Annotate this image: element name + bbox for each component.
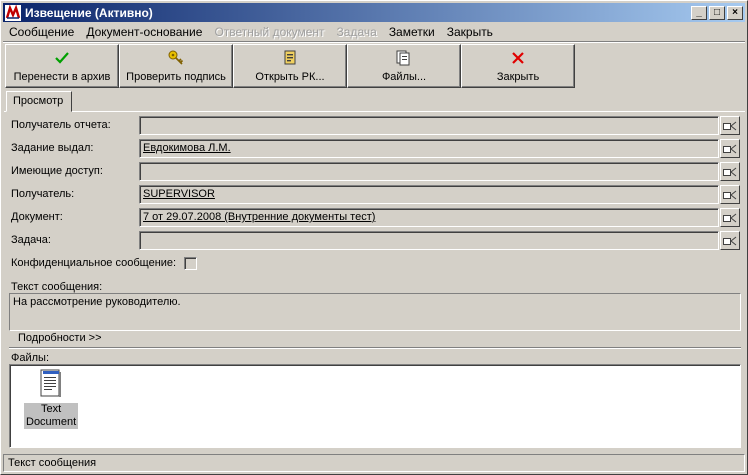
confidential-row: Конфиденциальное сообщение:	[11, 254, 198, 272]
confidential-label: Конфиденциальное сообщение:	[11, 257, 177, 269]
menu-notes[interactable]: Заметки	[383, 25, 441, 39]
files-button[interactable]: Файлы...	[347, 44, 461, 88]
picker-icon	[723, 236, 737, 245]
picker-icon	[723, 121, 737, 130]
report-recipient-picker-button[interactable]	[720, 116, 740, 135]
picker-icon	[723, 213, 737, 222]
details-toggle-button[interactable]: Подробности >>	[18, 332, 102, 344]
picker-icon	[723, 167, 737, 176]
task-field[interactable]	[139, 231, 719, 250]
key-icon	[168, 50, 184, 65]
row-access-holders: Имеющие доступ:	[11, 162, 741, 182]
report-recipient-field[interactable]	[139, 116, 719, 135]
app-logo-icon	[5, 4, 21, 21]
green-checkmark-icon	[55, 52, 69, 64]
recipient-label: Получатель:	[11, 188, 75, 200]
archive-button[interactable]: Перенести в архив	[5, 44, 119, 88]
menu-bar: Сообщение Документ-основание Ответный до…	[3, 23, 745, 41]
document-label: Документ:	[11, 211, 63, 223]
toolbar: Перенести в архив Проверить подпись Откр…	[5, 44, 575, 88]
task-label: Задача:	[11, 234, 51, 246]
file-item[interactable]: Text Document	[24, 369, 79, 429]
document-picker-button[interactable]	[720, 208, 740, 227]
message-text-box[interactable]: На рассмотрение руководителю.	[9, 293, 741, 331]
status-bar: Текст сообщения	[3, 454, 745, 472]
maximize-button[interactable]: □	[709, 5, 725, 20]
close-button[interactable]: Закрыть	[461, 44, 575, 88]
picker-icon	[723, 144, 737, 153]
file-name: Text Document	[24, 403, 79, 429]
tab-view[interactable]: Просмотр	[6, 91, 72, 112]
row-task: Задача:	[11, 231, 741, 251]
menu-message[interactable]: Сообщение	[3, 25, 80, 39]
menu-divider	[3, 41, 745, 43]
files-button-label: Файлы...	[381, 71, 427, 83]
close-window-button[interactable]: ×	[727, 5, 743, 20]
message-label: Текст сообщения:	[11, 281, 103, 293]
archive-button-label: Перенести в архив	[13, 71, 111, 83]
file-name-line2: Document	[26, 416, 77, 428]
recipient-picker-button[interactable]	[720, 185, 740, 204]
main-window: Извещение (Активно) _ □ × Сообщение Доку…	[0, 0, 748, 475]
file-name-line1: Text	[40, 403, 62, 415]
row-document: Документ: 7 от 29.07.2008 (Внутренние до…	[11, 208, 741, 228]
task-issuer-label: Задание выдал:	[11, 142, 94, 154]
files-list[interactable]: Text Document	[9, 364, 741, 448]
access-holders-label: Имеющие доступ:	[11, 165, 103, 177]
document-card-icon	[284, 50, 296, 65]
red-x-icon	[512, 52, 524, 64]
menu-base-document[interactable]: Документ-основание	[80, 25, 208, 39]
row-report-recipient: Получатель отчета:	[11, 116, 741, 136]
menu-task[interactable]: Задача	[331, 25, 383, 39]
access-holders-field[interactable]	[139, 162, 719, 181]
row-task-issuer: Задание выдал: Евдокимова Л.М.	[11, 139, 741, 159]
document-field[interactable]: 7 от 29.07.2008 (Внутренние документы те…	[139, 208, 719, 227]
task-picker-button[interactable]	[720, 231, 740, 250]
access-holders-picker-button[interactable]	[720, 162, 740, 181]
confidential-checkbox[interactable]	[184, 256, 198, 270]
files-label: Файлы:	[11, 352, 50, 364]
report-recipient-label: Получатель отчета:	[11, 119, 111, 131]
verify-signature-button[interactable]: Проверить подпись	[119, 44, 233, 88]
files-icon	[396, 50, 410, 66]
close-button-label: Закрыть	[496, 71, 540, 83]
open-rk-label: Открыть РК...	[255, 71, 325, 83]
open-rk-button[interactable]: Открыть РК...	[233, 44, 347, 88]
task-issuer-field[interactable]: Евдокимова Л.М.	[139, 139, 719, 158]
window-title: Извещение (Активно)	[25, 5, 153, 20]
row-recipient: Получатель: SUPERVISOR	[11, 185, 741, 205]
picker-icon	[723, 190, 737, 199]
details-divider	[9, 347, 741, 349]
task-issuer-picker-button[interactable]	[720, 139, 740, 158]
title-bar[interactable]: Извещение (Активно) _ □ ×	[3, 3, 745, 22]
text-document-icon	[40, 369, 61, 397]
recipient-field[interactable]: SUPERVISOR	[139, 185, 719, 204]
verify-signature-label: Проверить подпись	[126, 71, 226, 83]
menu-close[interactable]: Закрыть	[441, 25, 499, 39]
menu-reply-document[interactable]: Ответный документ	[208, 25, 330, 39]
minimize-button[interactable]: _	[691, 5, 707, 20]
